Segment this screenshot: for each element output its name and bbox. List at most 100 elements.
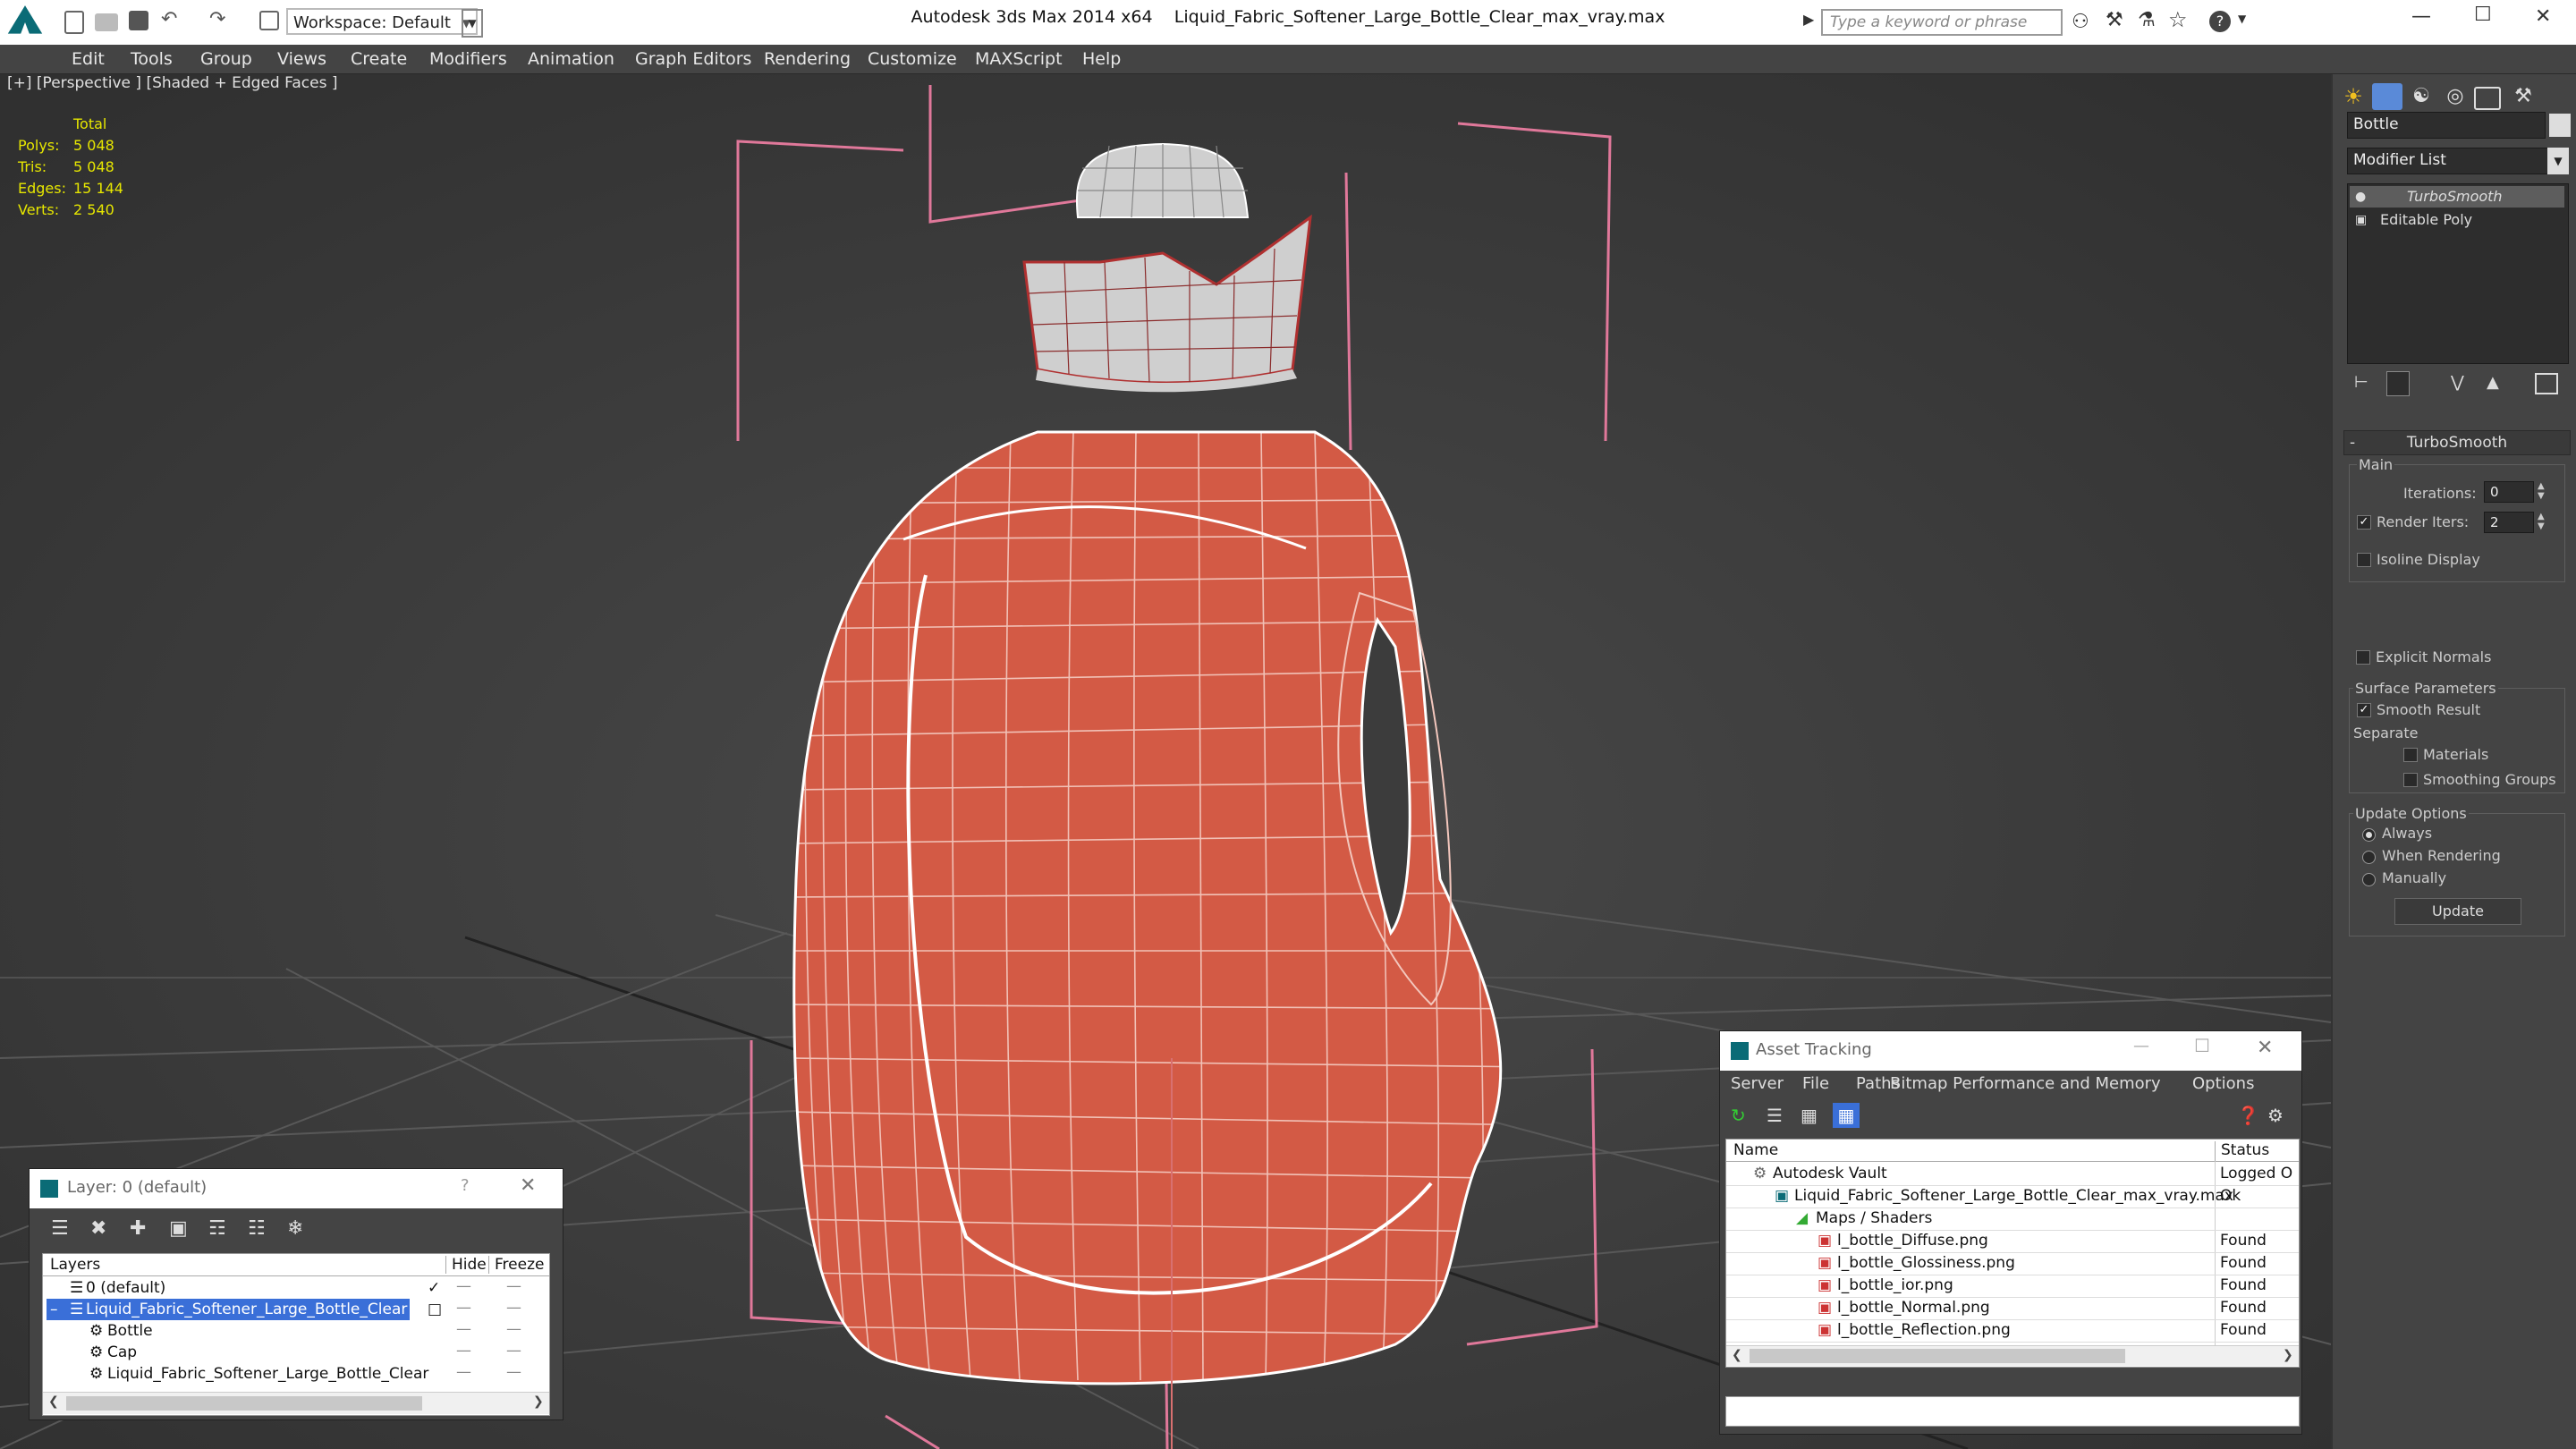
pin-stack-icon[interactable]: ⊢ [2354,373,2368,392]
freeze-toggle[interactable]: — [506,1299,521,1317]
display-tab-icon[interactable] [2474,87,2501,110]
menu-server[interactable]: Server [1731,1074,1784,1093]
table-row[interactable]: ⚙ Cap — — [43,1342,549,1363]
menu-bitmap-performance[interactable]: Bitmap Performance and Memory [1890,1074,2161,1093]
hierarchy-tab-icon[interactable]: ☯ [2406,83,2436,110]
utilities-tab-icon[interactable]: ⚒ [2508,83,2538,110]
current-layer-check-icon[interactable]: ✓ [428,1279,440,1297]
save-icon[interactable] [129,11,148,30]
add-to-layer-icon[interactable]: ✚ [130,1217,146,1240]
materials-checkbox[interactable] [2403,748,2418,762]
smoothing-groups-checkbox[interactable] [2403,773,2418,787]
horizontal-scrollbar[interactable]: ❮ ❯ [43,1392,549,1414]
menu-create[interactable]: Create [351,49,407,69]
table-row[interactable]: ☰ 0 (default) ✓ — — [43,1277,549,1299]
freeze-toggle[interactable]: — [506,1320,521,1338]
freeze-toggle[interactable]: — [506,1342,521,1360]
close-icon[interactable]: ✕ [2535,5,2551,28]
workspace-chevron-icon[interactable]: ▼ [462,9,483,38]
object-color-swatch[interactable] [2549,114,2571,137]
rollout-header[interactable]: - TurboSmooth [2343,430,2571,455]
scroll-right-icon[interactable]: ❯ [2283,1348,2293,1362]
help-chevron-icon[interactable]: ▼ [2238,13,2246,25]
close-icon[interactable]: ✕ [520,1174,536,1197]
table-row[interactable]: ▣ l_bottle_ior.png Found [1726,1275,2299,1298]
create-tab-icon[interactable]: ☀ [2338,83,2368,110]
exchange-icon[interactable]: ⚗ [2138,9,2156,31]
modifier-list-chevron-icon[interactable]: ▼ [2547,148,2569,174]
project-folder-icon[interactable] [259,11,279,30]
make-unique-icon[interactable]: ⋁ [2451,373,2464,392]
always-radio[interactable] [2362,828,2376,842]
menu-maxscript[interactable]: MAXScript [975,49,1063,69]
freeze-toggle[interactable]: — [506,1363,521,1381]
motion-tab-icon[interactable]: ◎ [2440,83,2470,110]
menu-file[interactable]: File [1802,1074,1829,1093]
window-titlebar[interactable]: Asset Tracking — ☐ ✕ [1720,1031,2301,1071]
redo-icon[interactable]: ↷ [209,10,233,34]
light-bulb-icon[interactable]: ● [2355,186,2366,208]
when-rendering-radio[interactable] [2362,851,2376,864]
spinner-arrows-icon[interactable]: ▲ ▼ [2538,512,2545,531]
modify-tab-icon[interactable] [2372,83,2402,110]
maximize-icon[interactable]: ☐ [2194,1035,2210,1056]
open-file-icon[interactable] [95,13,118,31]
set-current-icon[interactable]: □ [428,1301,442,1318]
refresh-icon[interactable]: ↻ [1731,1105,1746,1126]
table-row[interactable]: ⚙ Liquid_Fabric_Softener_Large_Bottle_Cl… [43,1363,549,1385]
viewport-label[interactable]: [+] [Perspective ] [Shaded + Edged Faces… [7,74,337,92]
tools-icon[interactable]: ⚒ [2106,9,2123,31]
menu-tools[interactable]: Tools [131,49,173,69]
table-view-icon[interactable]: ▦ [1801,1105,1818,1126]
table-row[interactable]: ▣ l_bottle_Reflection.png Found [1726,1319,2299,1343]
show-end-result-icon[interactable] [2386,371,2410,396]
select-objects-icon[interactable]: ▣ [169,1217,188,1240]
create-layer-icon[interactable]: ☰ [51,1217,69,1240]
settings-icon[interactable]: ⚙ [2267,1105,2284,1126]
freeze-all-icon[interactable]: ❄ [287,1217,303,1240]
isoline-checkbox[interactable] [2357,553,2371,567]
favorites-star-icon[interactable]: ☆ [2168,7,2188,32]
modifier-list-dropdown[interactable]: Modifier List [2347,148,2549,174]
search-expand-icon[interactable]: ▶ [1803,11,1814,28]
app-logo-icon[interactable] [7,5,43,34]
minimize-icon[interactable]: — [2411,5,2431,28]
new-file-icon[interactable] [64,11,84,34]
remove-modifier-icon[interactable]: ▲ [2487,373,2499,392]
menu-group[interactable]: Group [200,49,252,69]
table-row[interactable]: ▣ l_bottle_Normal.png Found [1726,1297,2299,1320]
window-titlebar[interactable]: Layer: 0 (default) ? ✕ [30,1169,563,1208]
menu-graph-editors[interactable]: Graph Editors [635,49,751,69]
help-icon[interactable]: ❓ [2237,1105,2259,1126]
table-row[interactable]: ▣ Liquid_Fabric_Softener_Large_Bottle_Cl… [1726,1185,2299,1208]
binoculars-icon[interactable]: ⚇ [2072,11,2089,33]
help-icon[interactable]: ? [2209,11,2231,32]
scroll-left-icon[interactable]: ❮ [48,1394,59,1409]
maximize-icon[interactable]: ☐ [2474,4,2492,26]
hide-toggle[interactable]: — [456,1277,471,1295]
stack-item-turbosmooth[interactable]: ● TurboSmooth [2350,186,2564,208]
smooth-result-checkbox[interactable]: ✓ [2357,703,2371,717]
col-freeze[interactable]: Freeze [488,1256,544,1274]
table-row[interactable]: ◢ Maps / Shaders [1726,1208,2299,1231]
hide-toggle[interactable]: — [456,1363,471,1381]
list-view-icon[interactable]: ☰ [1767,1105,1783,1126]
spinner-arrows-icon[interactable]: ▲ ▼ [2538,481,2545,501]
menu-edit[interactable]: Edit [72,49,105,69]
table-row[interactable]: ▣ l_bottle_Diffuse.png Found [1726,1230,2299,1253]
render-iters-checkbox[interactable]: ✓ [2357,515,2371,530]
expand-plus-icon[interactable]: ▣ [2355,209,2367,231]
help-icon[interactable]: ? [461,1176,470,1195]
menu-rendering[interactable]: Rendering [764,49,851,69]
menu-help[interactable]: Help [1082,49,1121,69]
expand-icon[interactable]: – [50,1301,58,1318]
highlight-layer-icon[interactable]: ☶ [208,1217,226,1240]
hide-toggle[interactable]: — [456,1299,471,1317]
scroll-right-icon[interactable]: ❯ [533,1394,544,1409]
menu-views[interactable]: Views [277,49,326,69]
table-row[interactable]: ▣ l_bottle_Glossiness.png Found [1726,1252,2299,1275]
render-iters-spinner[interactable]: 2 [2484,512,2534,533]
grid-view-icon[interactable]: ▦ [1833,1103,1860,1128]
menu-options[interactable]: Options [2192,1074,2254,1093]
horizontal-scrollbar[interactable]: ❮ ❯ [1726,1345,2299,1366]
